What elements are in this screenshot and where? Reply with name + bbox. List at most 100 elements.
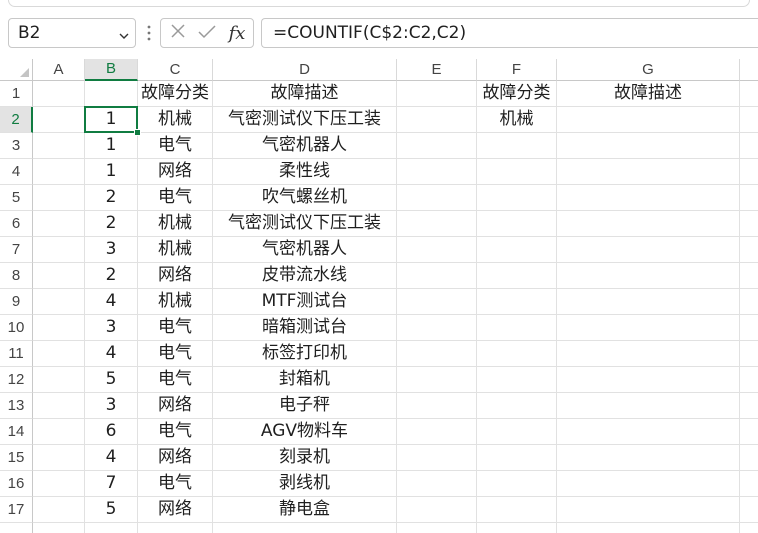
cell-c3[interactable]: 电气 <box>138 133 213 159</box>
cell-c17[interactable]: 网络 <box>138 497 213 523</box>
cell-g5[interactable] <box>557 185 740 211</box>
chevron-down-icon[interactable] <box>118 27 130 39</box>
cell-g15[interactable] <box>557 445 740 471</box>
row-header-14[interactable]: 14 <box>0 419 33 445</box>
row-header-4[interactable]: 4 <box>0 159 33 185</box>
cell-d16[interactable]: 剥线机 <box>213 471 397 497</box>
cell-a2[interactable] <box>33 107 85 133</box>
cell-g16[interactable] <box>557 471 740 497</box>
cell-h11[interactable] <box>740 341 758 367</box>
cell-a6[interactable] <box>33 211 85 237</box>
cell-f10[interactable] <box>477 315 557 341</box>
cell-g-next[interactable] <box>557 523 740 533</box>
cell-f2[interactable]: 机械 <box>477 107 557 133</box>
cell-h8[interactable] <box>740 263 758 289</box>
cell-a13[interactable] <box>33 393 85 419</box>
cell-d17[interactable]: 静电盒 <box>213 497 397 523</box>
cell-d8[interactable]: 皮带流水线 <box>213 263 397 289</box>
cell-f16[interactable] <box>477 471 557 497</box>
column-header-b[interactable]: B <box>85 59 138 81</box>
row-header-3[interactable]: 3 <box>0 133 33 159</box>
cell-g2[interactable] <box>557 107 740 133</box>
cell-e8[interactable] <box>397 263 477 289</box>
cell-b5[interactable]: 2 <box>85 185 138 211</box>
cell-g3[interactable] <box>557 133 740 159</box>
cell-f7[interactable] <box>477 237 557 263</box>
cell-d5[interactable]: 吹气螺丝机 <box>213 185 397 211</box>
cell-c6[interactable]: 机械 <box>138 211 213 237</box>
cell-d7[interactable]: 气密机器人 <box>213 237 397 263</box>
cell-g14[interactable] <box>557 419 740 445</box>
row-header-5[interactable]: 5 <box>0 185 33 211</box>
cell-h12[interactable] <box>740 367 758 393</box>
cell-h7[interactable] <box>740 237 758 263</box>
cell-g1[interactable]: 故障描述 <box>557 81 740 107</box>
column-header-d[interactable]: D <box>213 59 397 81</box>
cell-h9[interactable] <box>740 289 758 315</box>
cell-c1[interactable]: 故障分类 <box>138 81 213 107</box>
cell-e14[interactable] <box>397 419 477 445</box>
column-header-a[interactable]: A <box>33 59 85 81</box>
cell-g13[interactable] <box>557 393 740 419</box>
cell-a7[interactable] <box>33 237 85 263</box>
cell-f12[interactable] <box>477 367 557 393</box>
row-header-11[interactable]: 11 <box>0 341 33 367</box>
cell-d9[interactable]: MTF测试台 <box>213 289 397 315</box>
cell-g6[interactable] <box>557 211 740 237</box>
cell-a14[interactable] <box>33 419 85 445</box>
cell-b4[interactable]: 1 <box>85 159 138 185</box>
formula-input[interactable]: =COUNTIF(C$2:C2,C2) <box>261 18 758 48</box>
cell-g9[interactable] <box>557 289 740 315</box>
cell-b9[interactable]: 4 <box>85 289 138 315</box>
cell-e5[interactable] <box>397 185 477 211</box>
cell-g4[interactable] <box>557 159 740 185</box>
cell-d11[interactable]: 标签打印机 <box>213 341 397 367</box>
cell-c16[interactable]: 电气 <box>138 471 213 497</box>
cancel-edit-button[interactable] <box>166 19 190 47</box>
row-header-10[interactable]: 10 <box>0 315 33 341</box>
cell-e17[interactable] <box>397 497 477 523</box>
cell-e6[interactable] <box>397 211 477 237</box>
cell-d-next[interactable] <box>213 523 397 533</box>
vertical-dots-icon[interactable] <box>146 25 152 41</box>
cell-e7[interactable] <box>397 237 477 263</box>
cell-b-next[interactable] <box>85 523 138 533</box>
cell-g17[interactable] <box>557 497 740 523</box>
cell-c15[interactable]: 网络 <box>138 445 213 471</box>
confirm-edit-button[interactable] <box>195 19 219 47</box>
cell-d6[interactable]: 气密测试仪下压工装 <box>213 211 397 237</box>
cell-h15[interactable] <box>740 445 758 471</box>
cell-g11[interactable] <box>557 341 740 367</box>
cell-f1[interactable]: 故障分类 <box>477 81 557 107</box>
cell-f11[interactable] <box>477 341 557 367</box>
cell-d13[interactable]: 电子秤 <box>213 393 397 419</box>
cell-c10[interactable]: 电气 <box>138 315 213 341</box>
cell-g10[interactable] <box>557 315 740 341</box>
column-header-e[interactable]: E <box>397 59 477 81</box>
cell-h-next[interactable] <box>740 523 758 533</box>
cell-b7[interactable]: 3 <box>85 237 138 263</box>
cell-g7[interactable] <box>557 237 740 263</box>
formula-text[interactable]: =COUNTIF(C$2:C2,C2) <box>273 19 466 47</box>
cell-f6[interactable] <box>477 211 557 237</box>
row-header-8[interactable]: 8 <box>0 263 33 289</box>
cell-d14[interactable]: AGV物料车 <box>213 419 397 445</box>
cell-a12[interactable] <box>33 367 85 393</box>
cell-e3[interactable] <box>397 133 477 159</box>
cell-f-next[interactable] <box>477 523 557 533</box>
cell-a8[interactable] <box>33 263 85 289</box>
cell-b12[interactable]: 5 <box>85 367 138 393</box>
cell-h4[interactable] <box>740 159 758 185</box>
cell-f15[interactable] <box>477 445 557 471</box>
cell-a16[interactable] <box>33 471 85 497</box>
cell-h6[interactable] <box>740 211 758 237</box>
cell-c2[interactable]: 机械 <box>138 107 213 133</box>
row-header-12[interactable]: 12 <box>0 367 33 393</box>
cell-b2[interactable]: 1 <box>85 107 138 133</box>
cell-f3[interactable] <box>477 133 557 159</box>
cell-d10[interactable]: 暗箱测试台 <box>213 315 397 341</box>
cell-f5[interactable] <box>477 185 557 211</box>
cell-h1[interactable] <box>740 81 758 107</box>
cell-e4[interactable] <box>397 159 477 185</box>
cell-c12[interactable]: 电气 <box>138 367 213 393</box>
